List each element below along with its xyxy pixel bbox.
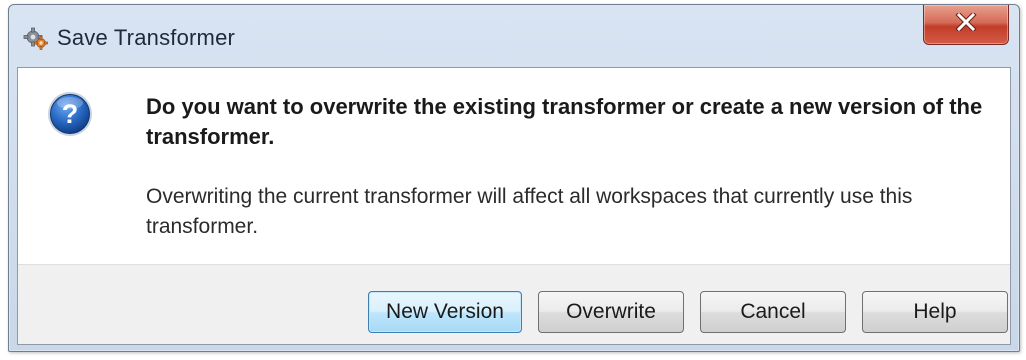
button-bar: New Version Overwrite Cancel Help <box>18 264 1010 344</box>
help-button[interactable]: Help <box>862 291 1008 333</box>
overwrite-button[interactable]: Overwrite <box>538 291 684 333</box>
main-instruction: Do you want to overwrite the existing tr… <box>146 94 983 149</box>
close-button[interactable] <box>923 5 1009 45</box>
transformer-gear-icon <box>23 25 49 51</box>
cancel-button[interactable]: Cancel <box>700 291 846 333</box>
close-icon <box>955 11 977 36</box>
title-bar[interactable]: Save Transformer <box>9 5 1019 67</box>
svg-text:?: ? <box>62 99 79 129</box>
message-area: ? Do you want to overwrite the existing … <box>18 68 1010 264</box>
question-icon: ? <box>46 90 94 138</box>
dialog-body: ? Do you want to overwrite the existing … <box>17 67 1011 345</box>
new-version-button[interactable]: New Version <box>368 291 522 333</box>
window-title: Save Transformer <box>57 25 236 50</box>
save-transformer-dialog: Save Transformer ? Do you want to overwr… <box>8 4 1020 352</box>
content-text: Overwriting the current transformer will… <box>146 185 913 238</box>
